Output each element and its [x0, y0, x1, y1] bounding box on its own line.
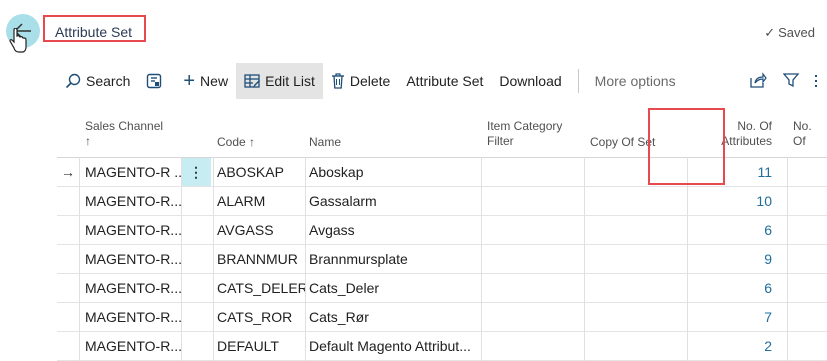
list-view-icon [146, 73, 162, 89]
grid-column-divider [213, 157, 214, 361]
cell-sales-channel[interactable]: MAGENTO-R... [85, 303, 181, 331]
cell-name[interactable]: Brannmursplate [309, 245, 479, 273]
new-label: New [200, 73, 229, 89]
trash-icon [331, 73, 345, 89]
hand-cursor-icon [9, 28, 27, 53]
cell-code[interactable]: CATS_DELER [217, 274, 305, 302]
cell-sales-channel[interactable]: MAGENTO-R ... [85, 158, 181, 186]
col-item-category-label-2: Filter [487, 134, 514, 148]
toolbar-right-actions [749, 71, 827, 91]
cell-name[interactable]: Gassalarm [309, 187, 479, 215]
grid-column-divider [481, 157, 482, 361]
table-row[interactable]: MAGENTO-R... CATS_ROR Cats_Rør 7 [57, 303, 827, 332]
grid-column-divider [687, 157, 688, 361]
table-row[interactable]: MAGENTO-R... CATS_DELER Cats_Deler 6 [57, 274, 827, 303]
more-options-button[interactable]: More options [587, 63, 684, 99]
grid-column-divider [584, 157, 585, 361]
grid-column-divider [305, 157, 306, 361]
saved-label: Saved [778, 25, 815, 40]
delete-label: Delete [349, 73, 391, 89]
grid-column-divider [787, 157, 788, 361]
cell-name[interactable]: Cats_Deler [309, 274, 479, 302]
download-button[interactable]: Download [491, 63, 569, 99]
table-row[interactable]: MAGENTO-R... DEFAULT Default Magento Attri… [57, 332, 827, 361]
attribute-set-label: Attribute Set [406, 73, 484, 89]
col-code[interactable]: Code ↑ [217, 135, 255, 150]
cell-code[interactable]: AVGASS [217, 216, 305, 244]
current-row-arrow-icon: → [61, 164, 75, 180]
cell-no-of-attributes[interactable]: 7 [712, 303, 772, 331]
col-no-of[interactable]: No. Of [793, 119, 827, 149]
col-name[interactable]: Name [309, 135, 341, 150]
edit-list-label: Edit List [265, 73, 315, 89]
saved-status: ✓ Saved [764, 25, 815, 41]
col-sales-channel-label: Sales Channel [85, 119, 164, 133]
cell-sales-channel[interactable]: MAGENTO-R... [85, 245, 181, 273]
highlight-box-attributes [648, 108, 725, 185]
check-icon: ✓ [764, 25, 776, 40]
filter-icon[interactable] [782, 72, 800, 91]
cell-code[interactable]: BRANNMUR [217, 245, 305, 273]
cell-no-of-attributes[interactable]: 9 [712, 245, 772, 273]
cell-code[interactable]: ABOSKAP [217, 158, 305, 186]
sort-arrow-icon: ↑ [85, 134, 91, 148]
cell-name[interactable]: Default Magento Attribut... [309, 332, 479, 360]
download-label: Download [499, 73, 562, 89]
cell-no-of-attributes[interactable]: 6 [712, 274, 772, 302]
toolbar-divider [577, 69, 579, 93]
grid-body: → MAGENTO-R ... ABOSKAP Aboskap 11 ⋮ MAGENTO-R… [57, 158, 827, 361]
table-row[interactable]: MAGENTO-R... AVGASS Avgass 6 [57, 216, 827, 245]
plus-icon: + [183, 69, 196, 92]
col-item-category-label-1: Item Category [487, 119, 563, 133]
col-copy-of-set[interactable]: Copy Of Set [590, 135, 655, 150]
edit-list-button[interactable]: Edit List [236, 63, 323, 99]
cell-name[interactable]: Aboskap [309, 158, 479, 186]
search-button[interactable]: Search [57, 63, 138, 99]
cell-code[interactable]: ALARM [217, 187, 305, 215]
cell-no-of-attributes[interactable]: 2 [712, 332, 772, 360]
search-icon [65, 73, 81, 89]
cell-name[interactable]: Avgass [309, 216, 479, 244]
search-label: Search [86, 73, 131, 89]
attribute-set-button[interactable]: Attribute Set [398, 63, 491, 99]
col-sales-channel[interactable]: Sales Channel ↑ [85, 119, 163, 149]
more-options-label: More options [594, 73, 676, 89]
table-row[interactable]: MAGENTO-R... BRANNMUR Brannmursplate 9 [57, 245, 827, 274]
cell-no-of-attributes[interactable]: 10 [712, 187, 772, 215]
cell-sales-channel[interactable]: MAGENTO-R... [85, 274, 181, 302]
table-row[interactable]: MAGENTO-R... ALARM Gassalarm 10 [57, 187, 827, 216]
cell-no-of-attributes[interactable]: 6 [712, 216, 772, 244]
row-menu-button[interactable]: ⋮ [181, 158, 211, 186]
cell-code[interactable]: DEFAULT [217, 332, 305, 360]
list-icon[interactable] [815, 72, 821, 91]
col-item-category-filter[interactable]: Item Category Filter [487, 119, 562, 149]
grid-column-divider [181, 157, 182, 361]
cell-code[interactable]: CATS_ROR [217, 303, 305, 331]
cell-sales-channel[interactable]: MAGENTO-R... [85, 332, 181, 360]
highlight-box-title [43, 15, 146, 42]
new-button[interactable]: + New [175, 63, 236, 99]
delete-button[interactable]: Delete [323, 63, 398, 99]
cell-sales-channel[interactable]: MAGENTO-R... [85, 216, 181, 244]
edit-list-icon [244, 73, 261, 89]
cell-name[interactable]: Cats_Rør [309, 303, 479, 331]
action-bar: Search + New Edit List Delete Attribute … [57, 63, 827, 99]
share-icon[interactable] [749, 71, 767, 91]
list-view-button[interactable] [138, 63, 175, 99]
cell-sales-channel[interactable]: MAGENTO-R... [85, 187, 181, 215]
grid-column-divider [79, 157, 80, 361]
